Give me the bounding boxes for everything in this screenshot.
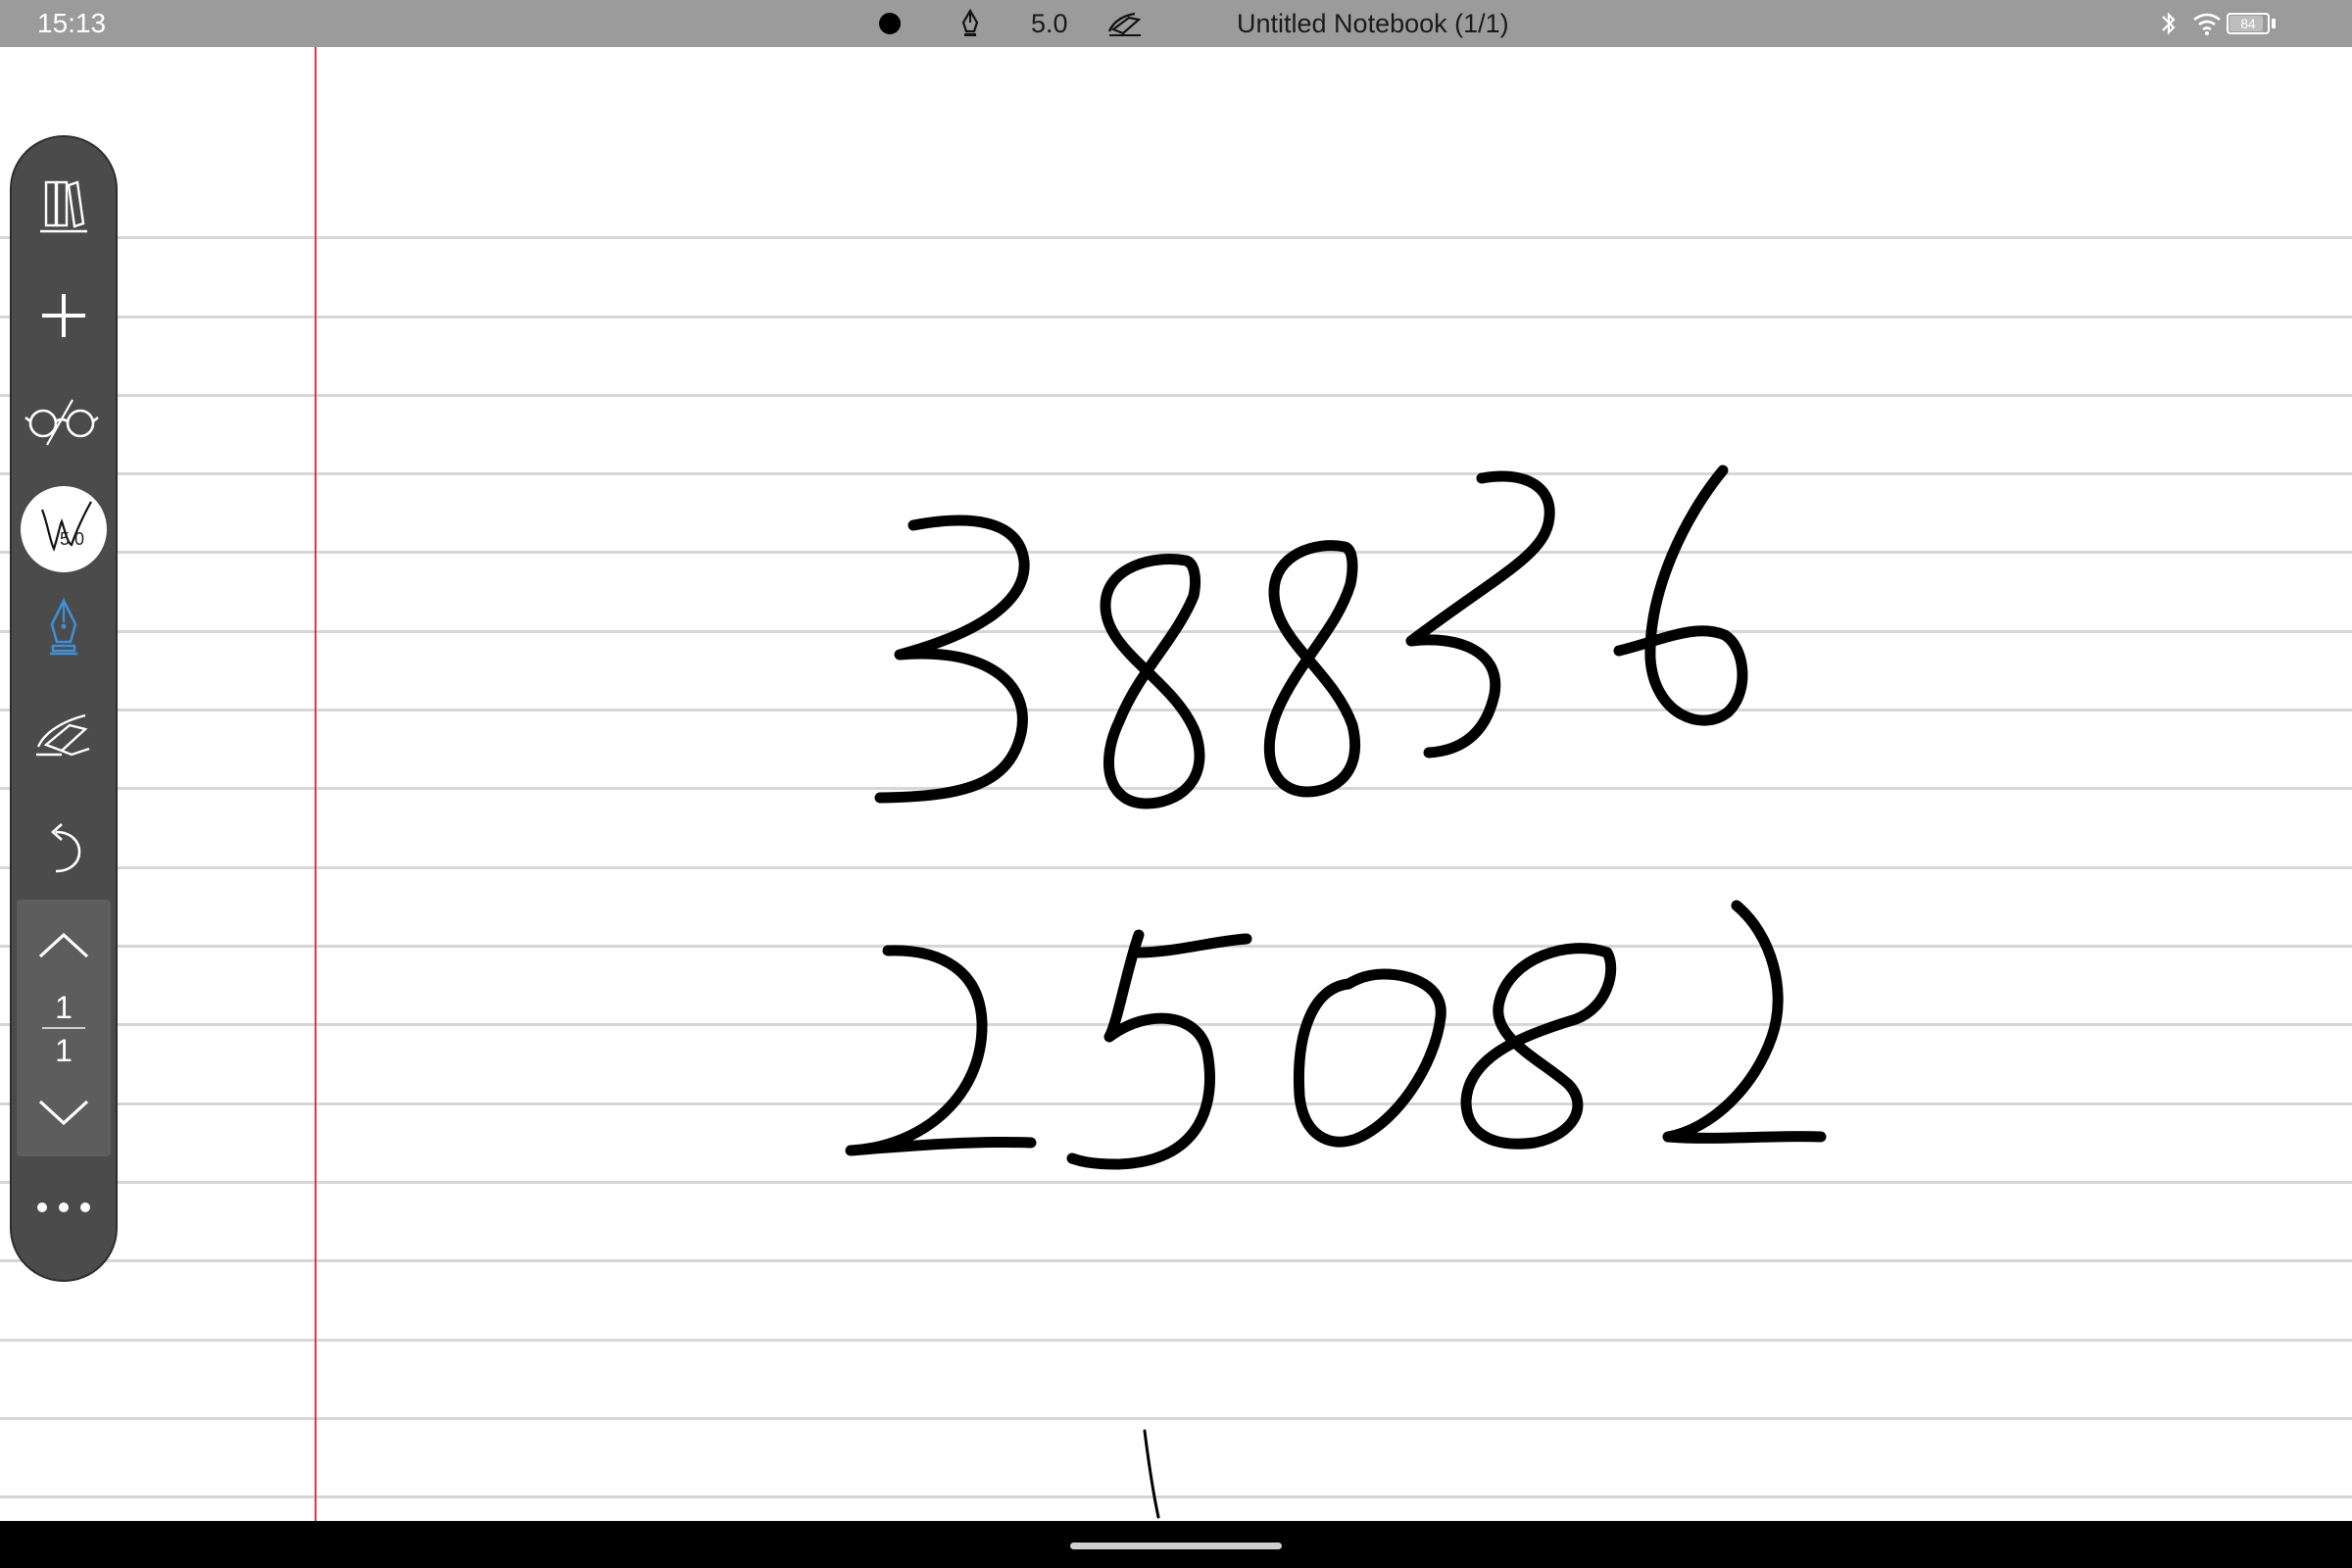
- handwriting-layer: [845, 465, 1827, 1519]
- fountain-pen-icon: [50, 598, 77, 656]
- read-mode-icon: [24, 399, 99, 446]
- previous-page-button[interactable]: [12, 906, 116, 984]
- current-page-number: 1: [55, 990, 73, 1025]
- more-icon: [37, 1202, 90, 1212]
- status-bar: 15:13 5.0 Untitled Notebook (1/1) 84: [0, 0, 2352, 47]
- eraser-tool-button[interactable]: [12, 696, 116, 774]
- library-icon: [40, 180, 87, 233]
- handwriting-line-2: [845, 900, 1827, 1170]
- chevron-down-icon: [38, 1100, 89, 1126]
- next-page-button[interactable]: [12, 1074, 116, 1152]
- handwriting-line-1: [874, 465, 1748, 809]
- eraser-icon: [36, 713, 90, 757]
- wifi-icon: [2193, 13, 2221, 35]
- pen-style-button[interactable]: 5.0: [21, 486, 107, 572]
- fountain-pen-icon[interactable]: [955, 8, 986, 39]
- page-divider: [42, 1027, 85, 1029]
- system-navigation-bar: [0, 1521, 2352, 1568]
- bluetooth-icon: [2162, 12, 2176, 35]
- total-page-number: 1: [55, 1033, 73, 1068]
- battery-cap: [2272, 19, 2276, 28]
- home-gesture-handle[interactable]: [1070, 1543, 1282, 1549]
- library-button[interactable]: [12, 167, 116, 245]
- pen-size-label: 5.0: [60, 529, 85, 549]
- status-time: 15:13: [37, 8, 107, 38]
- side-toolbar: 5.0 1 1: [10, 135, 118, 1282]
- battery-level: 84: [2240, 16, 2256, 31]
- undo-icon: [51, 823, 81, 873]
- page-navigator: 1 1: [17, 900, 111, 1156]
- pen-tool-button[interactable]: [12, 588, 116, 666]
- battery-icon: 84: [2227, 13, 2270, 34]
- record-dot-icon[interactable]: [874, 8, 906, 39]
- add-icon: [42, 294, 85, 337]
- add-page-button[interactable]: [12, 276, 116, 355]
- notebook-title: Untitled Notebook (1/1): [1237, 9, 1509, 38]
- more-button[interactable]: [12, 1168, 116, 1247]
- eraser-hand-icon[interactable]: [1105, 8, 1145, 39]
- undo-button[interactable]: [12, 809, 116, 888]
- notebook-canvas[interactable]: [0, 47, 2352, 1521]
- stroke-size-label[interactable]: 5.0: [1031, 8, 1068, 39]
- chevron-up-icon: [38, 932, 89, 958]
- read-mode-button[interactable]: [12, 382, 116, 461]
